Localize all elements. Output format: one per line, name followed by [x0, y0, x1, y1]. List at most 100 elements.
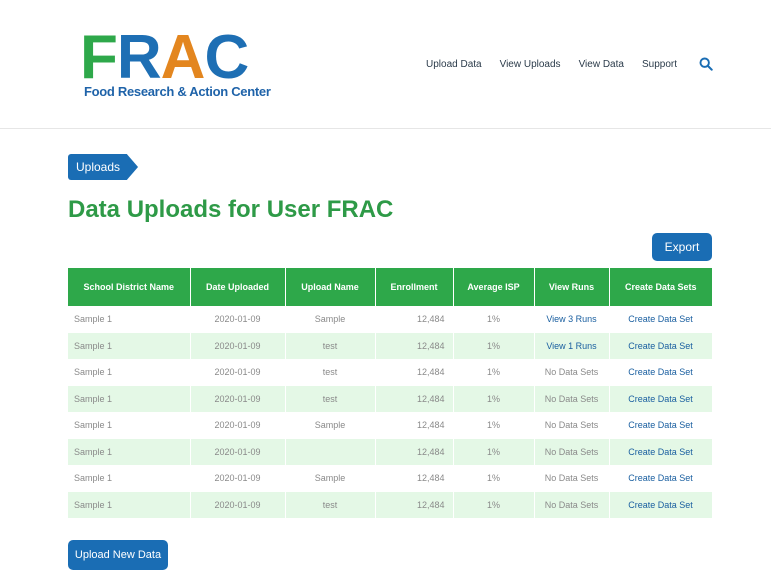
cell-view-runs: No Data Sets — [534, 359, 610, 386]
cell-district: Sample 1 — [68, 385, 191, 412]
cell-view-runs: No Data Sets — [534, 438, 610, 465]
cell-upload-name: Sample — [285, 465, 376, 492]
cell-upload-name: Sample — [285, 306, 376, 333]
cell-district: Sample 1 — [68, 332, 191, 359]
upload-new-data-button[interactable]: Upload New Data — [68, 540, 168, 570]
col-header-view-runs[interactable]: View Runs — [534, 268, 610, 306]
cell-date: 2020-01-09 — [190, 412, 286, 439]
table-row: Sample 1 2020-01-09 Sample 12,484 1% Vie… — [68, 306, 713, 333]
cell-view-runs: View 1 Runs — [534, 332, 610, 359]
uploads-table: School District Name Date Uploaded Uploa… — [68, 268, 713, 518]
cell-upload-name: test — [285, 332, 376, 359]
cell-date: 2020-01-09 — [190, 332, 286, 359]
cell-isp: 1% — [453, 332, 535, 359]
create-data-set-link[interactable]: Create Data Set — [628, 367, 693, 377]
col-header-upload-name[interactable]: Upload Name — [285, 268, 376, 306]
view-runs-link[interactable]: View 3 Runs — [546, 314, 596, 324]
cell-district: Sample 1 — [68, 306, 191, 333]
col-header-create-data-sets[interactable]: Create Data Sets — [609, 268, 712, 306]
cell-district: Sample 1 — [68, 412, 191, 439]
cell-enrollment: 12,484 — [375, 359, 454, 386]
cell-enrollment: 12,484 — [375, 412, 454, 439]
cell-create-data-set: Create Data Set — [609, 332, 713, 359]
cell-district: Sample 1 — [68, 491, 191, 518]
nav-view-uploads[interactable]: View Uploads — [500, 59, 561, 70]
create-data-set-link[interactable]: Create Data Set — [628, 394, 693, 404]
cell-isp: 1% — [453, 491, 535, 518]
col-header-enrollment[interactable]: Enrollment — [375, 268, 454, 306]
nav-view-data[interactable]: View Data — [579, 59, 624, 70]
table-row: Sample 1 2020-01-09 test 12,484 1% No Da… — [68, 359, 713, 386]
cell-district: Sample 1 — [68, 465, 191, 492]
cell-enrollment: 12,484 — [375, 465, 454, 492]
nav-support[interactable]: Support — [642, 59, 677, 70]
table-row: Sample 1 2020-01-09 test 12,484 1% No Da… — [68, 385, 713, 412]
no-data-sets-text: No Data Sets — [544, 367, 599, 378]
cell-district: Sample 1 — [68, 359, 191, 386]
table-row: Sample 1 2020-01-09 Sample 12,484 1% No … — [68, 412, 713, 439]
cell-create-data-set: Create Data Set — [609, 359, 713, 386]
no-data-sets-text: No Data Sets — [544, 420, 599, 431]
cell-enrollment: 12,484 — [375, 385, 454, 412]
no-data-sets-text: No Data Sets — [544, 499, 599, 510]
cell-view-runs: No Data Sets — [534, 412, 610, 439]
table-row: Sample 1 2020-01-09 Sample 12,484 1% No … — [68, 465, 713, 492]
col-header-school-district[interactable]: School District Name — [68, 268, 191, 306]
cell-create-data-set: Create Data Set — [609, 438, 713, 465]
page-title: Data Uploads for User FRAC — [68, 196, 394, 223]
create-data-set-link[interactable]: Create Data Set — [628, 473, 693, 483]
no-data-sets-text: No Data Sets — [544, 393, 599, 404]
breadcrumb-uploads[interactable]: Uploads — [68, 154, 139, 180]
cell-create-data-set: Create Data Set — [609, 465, 713, 492]
cell-district: Sample 1 — [68, 438, 191, 465]
logo-letter-f: F — [80, 23, 118, 92]
cell-view-runs: No Data Sets — [534, 465, 610, 492]
cell-create-data-set: Create Data Set — [609, 385, 713, 412]
cell-enrollment: 12,484 — [375, 491, 454, 518]
cell-date: 2020-01-09 — [190, 465, 286, 492]
cell-create-data-set: Create Data Set — [609, 491, 713, 518]
cell-enrollment: 12,484 — [375, 306, 454, 333]
view-runs-link[interactable]: View 1 Runs — [546, 341, 596, 351]
cell-isp: 1% — [453, 412, 535, 439]
logo-letter-a: A — [160, 23, 206, 92]
site-header: FRAC Food Research & Action Center Uploa… — [0, 0, 771, 129]
cell-upload-name: Sample — [285, 412, 376, 439]
cell-date: 2020-01-09 — [190, 491, 286, 518]
cell-view-runs: No Data Sets — [534, 491, 610, 518]
create-data-set-link[interactable]: Create Data Set — [628, 447, 693, 457]
search-icon[interactable] — [699, 57, 713, 71]
col-header-average-isp[interactable]: Average ISP — [453, 268, 535, 306]
cell-isp: 1% — [453, 306, 535, 333]
no-data-sets-text: No Data Sets — [544, 446, 599, 457]
cell-upload-name: test — [285, 385, 376, 412]
create-data-set-link[interactable]: Create Data Set — [628, 500, 693, 510]
table-row: Sample 1 2020-01-09 test 12,484 1% No Da… — [68, 491, 713, 518]
cell-enrollment: 12,484 — [375, 438, 454, 465]
cell-enrollment: 12,484 — [375, 332, 454, 359]
cell-isp: 1% — [453, 465, 535, 492]
cell-upload-name: test — [285, 491, 376, 518]
cell-date: 2020-01-09 — [190, 438, 286, 465]
nav-upload-data[interactable]: Upload Data — [426, 59, 482, 70]
cell-isp: 1% — [453, 385, 535, 412]
cell-view-runs: View 3 Runs — [534, 306, 610, 333]
logo-letter-c: C — [204, 23, 249, 92]
main-nav: Upload Data View Uploads View Data Suppo… — [426, 57, 713, 71]
cell-date: 2020-01-09 — [190, 385, 286, 412]
export-button[interactable]: Export — [652, 233, 712, 261]
cell-upload-name: test — [285, 359, 376, 386]
logo-letter-r: R — [116, 23, 162, 92]
col-header-date-uploaded[interactable]: Date Uploaded — [190, 268, 286, 306]
create-data-set-link[interactable]: Create Data Set — [628, 341, 693, 351]
no-data-sets-text: No Data Sets — [544, 473, 599, 484]
create-data-set-link[interactable]: Create Data Set — [628, 420, 693, 430]
frac-logo[interactable]: FRAC Food Research & Action Center — [80, 23, 271, 102]
cell-date: 2020-01-09 — [190, 306, 286, 333]
cell-upload-name — [285, 438, 376, 465]
cell-create-data-set: Create Data Set — [609, 306, 713, 333]
cell-date: 2020-01-09 — [190, 359, 286, 386]
create-data-set-link[interactable]: Create Data Set — [628, 314, 693, 324]
logo-subtitle: Food Research & Action Center — [84, 84, 271, 99]
table-row: Sample 1 2020-01-09 test 12,484 1% View … — [68, 332, 713, 359]
